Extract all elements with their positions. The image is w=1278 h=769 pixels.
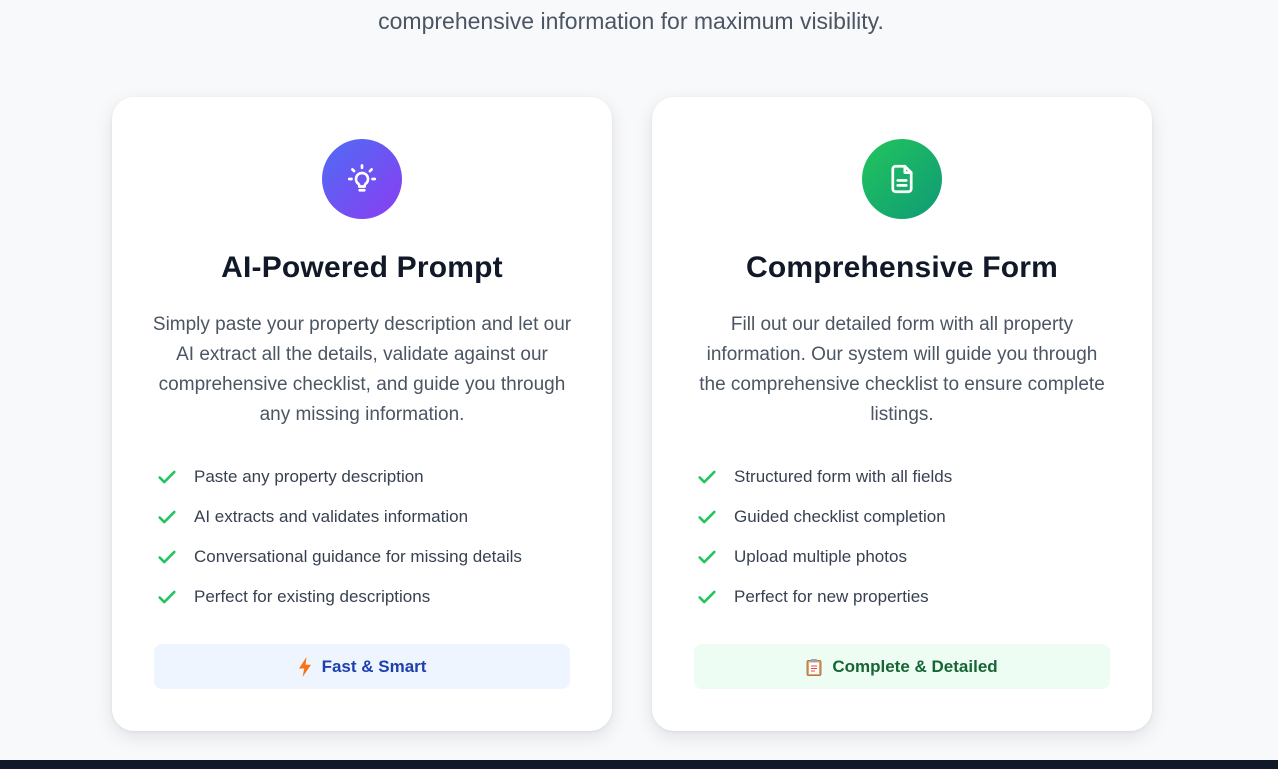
feature-item: Perfect for new properties [696,577,952,617]
intro-text: comprehensive information for maximum vi… [378,8,884,34]
feature-text: Guided checklist completion [734,507,946,526]
feature-text: Conversational guidance for missing deta… [194,547,522,566]
lightning-bolt-icon [298,656,312,677]
card-description: Fill out our detailed form with all prop… [699,314,1105,425]
card-title: Comprehensive Form [745,251,1058,284]
feature-item: AI extracts and validates information [156,497,522,537]
complete-detailed-badge: Complete & Detailed [694,644,1110,689]
clipboard-icon [806,658,822,676]
feature-text: Perfect for new properties [734,587,929,606]
checkmark-icon [158,590,176,604]
badge-label: Fast & Smart [321,656,427,676]
ai-prompt-icon-badge [322,139,402,219]
footer-bar [0,760,1278,769]
ai-prompt-card[interactable]: AI-Powered Prompt Simply paste your prop… [112,97,612,731]
checkmark-icon [698,590,716,604]
checkmark-icon [158,470,176,484]
feature-list: Paste any property description AI extrac… [156,457,522,617]
feature-text: Structured form with all fields [734,467,953,486]
feature-item: Guided checklist completion [696,497,952,537]
lightbulb-icon [347,164,377,192]
feature-item: Paste any property description [156,457,522,497]
feature-list: Structured form with all fields Guided c… [696,457,952,617]
checkmark-icon [698,470,716,484]
checkmark-icon [698,550,716,564]
feature-item: Perfect for existing descriptions [156,577,522,617]
checkmark-icon [158,550,176,564]
checkmark-icon [158,510,176,524]
feature-item: Structured form with all fields [696,457,952,497]
document-icon [891,164,913,194]
badge-label: Complete & Detailed [832,656,998,676]
comprehensive-form-card[interactable]: Comprehensive Form Fill out our detailed… [652,97,1152,731]
feature-text: Perfect for existing descriptions [194,587,431,606]
fast-smart-badge: Fast & Smart [154,644,570,689]
feature-text: Paste any property description [194,467,424,486]
card-description: Simply paste your property description a… [152,314,572,425]
feature-item: Conversational guidance for missing deta… [156,537,522,577]
form-icon-badge [862,139,942,219]
listing-method-section: comprehensive information for maximum vi… [0,0,1278,769]
checkmark-icon [698,510,716,524]
feature-item: Upload multiple photos [696,537,952,577]
feature-text: Upload multiple photos [734,547,907,566]
feature-text: AI extracts and validates information [194,507,469,526]
card-title: AI-Powered Prompt [221,251,503,284]
